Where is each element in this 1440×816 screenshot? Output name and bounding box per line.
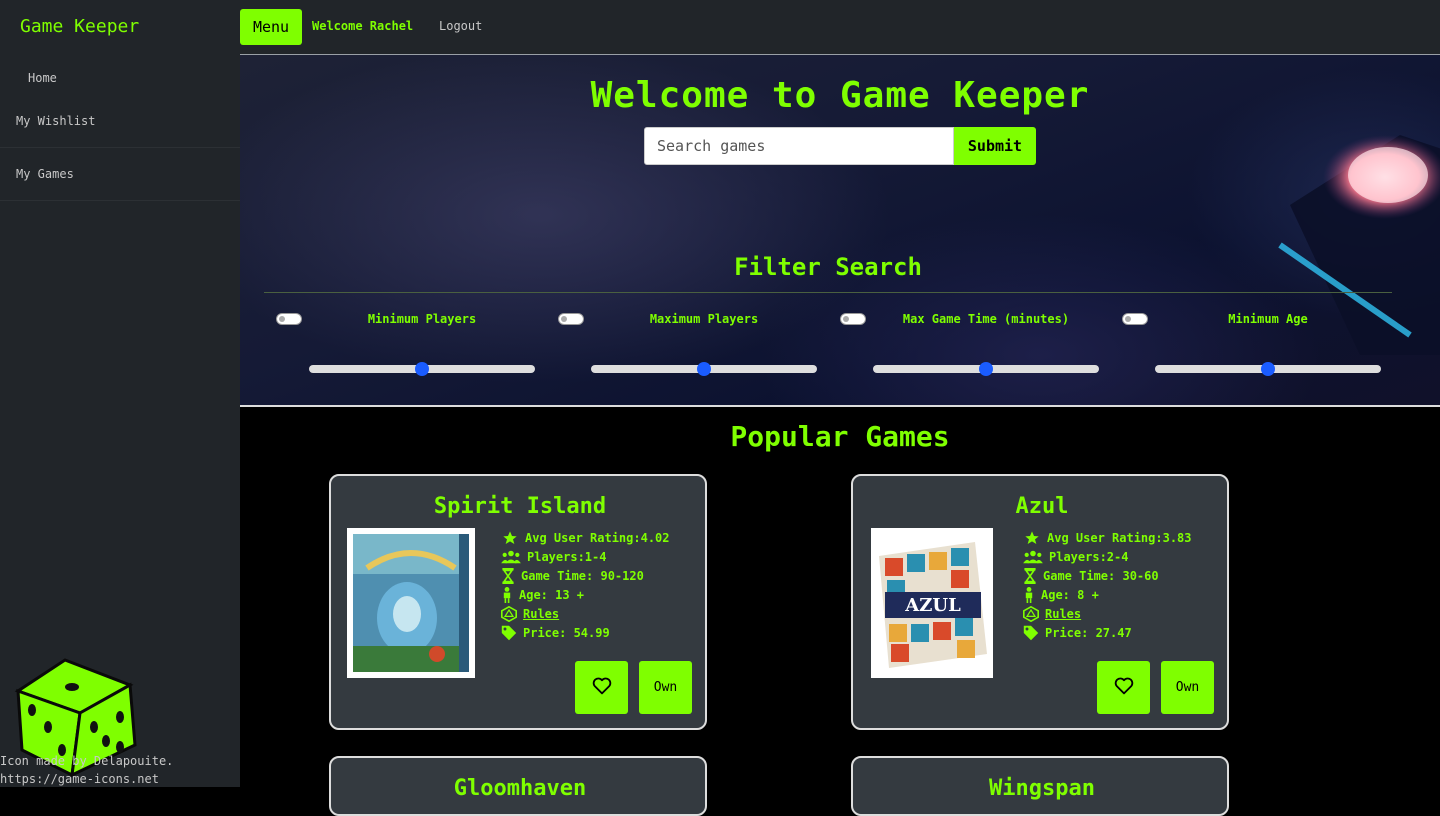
game-card: Wingspan bbox=[851, 756, 1229, 816]
rating-value: Avg User Rating:4.02 bbox=[525, 530, 670, 545]
icon-credit: Icon made by Delapouite. https://game-ic… bbox=[0, 752, 173, 788]
time-row: Game Time: 30-60 bbox=[1023, 566, 1192, 585]
rating-row: Avg User Rating:4.02 bbox=[501, 528, 670, 547]
filter-max-game-time: Max Game Time (minutes) bbox=[828, 307, 1110, 387]
rules-row: Rules bbox=[501, 604, 670, 623]
filter-min-players: Minimum Players bbox=[264, 307, 546, 387]
filter-slider[interactable] bbox=[309, 362, 535, 376]
sidebar-item-my-games[interactable]: My Games bbox=[0, 148, 240, 201]
dice-d20-icon bbox=[501, 605, 517, 622]
players-row: Players:2-4 bbox=[1023, 547, 1192, 566]
hero-banner: Welcome to Game Keeper Submit Filter Sea… bbox=[240, 55, 1440, 407]
filter-title: Filter Search bbox=[734, 253, 922, 281]
logout-link[interactable]: Logout bbox=[439, 19, 482, 33]
filter-toggle[interactable] bbox=[1122, 313, 1148, 325]
price-row: Price: 27.47 bbox=[1023, 623, 1192, 642]
game-title[interactable]: Gloomhaven bbox=[331, 776, 705, 801]
price-tag-icon bbox=[501, 625, 517, 640]
star-icon bbox=[503, 530, 517, 544]
game-stats: Avg User Rating:3.83 Players:2-4 Game Ti… bbox=[1023, 528, 1192, 642]
sidebar-item-home[interactable]: Home bbox=[28, 71, 57, 85]
hourglass-icon bbox=[502, 567, 514, 584]
rating-value: Avg User Rating:3.83 bbox=[1047, 530, 1192, 545]
time-value: Game Time: 90-120 bbox=[521, 568, 644, 583]
wishlist-button[interactable] bbox=[575, 661, 628, 714]
age-row: Age: 8 + bbox=[1023, 585, 1192, 604]
hourglass-icon bbox=[1024, 567, 1036, 584]
credit-link[interactable]: https://game-icons.net bbox=[0, 772, 159, 786]
child-icon bbox=[503, 586, 511, 603]
welcome-user[interactable]: Welcome Rachel bbox=[312, 19, 413, 33]
slider-knob[interactable] bbox=[1261, 362, 1275, 376]
search-input[interactable] bbox=[644, 127, 954, 165]
game-card: Azul AZUL Avg User Rating:3.83 Players:2… bbox=[851, 474, 1229, 730]
top-navbar: Menu Welcome Rachel Logout bbox=[240, 0, 1440, 55]
sidebar-item-label: My Wishlist bbox=[16, 114, 96, 128]
section-title: Popular Games bbox=[730, 420, 950, 453]
slider-knob[interactable] bbox=[979, 362, 993, 376]
price-tag-icon bbox=[1023, 625, 1039, 640]
age-value: Age: 8 + bbox=[1041, 587, 1099, 602]
players-value: Players:1-4 bbox=[527, 549, 607, 564]
filter-slider[interactable] bbox=[873, 362, 1099, 376]
slider-knob[interactable] bbox=[697, 362, 711, 376]
heart-icon bbox=[1114, 677, 1133, 695]
sidebar-item-wishlist[interactable]: My Wishlist bbox=[0, 95, 240, 148]
sidebar-item-label: My Games bbox=[16, 167, 74, 181]
age-row: Age: 13 + bbox=[501, 585, 670, 604]
submit-button[interactable]: Submit bbox=[954, 127, 1036, 165]
filter-slider[interactable] bbox=[1155, 362, 1381, 376]
price-row: Price: 54.99 bbox=[501, 623, 670, 642]
credit-line: Icon made by Delapouite. bbox=[0, 754, 174, 768]
dice-d20-icon bbox=[1023, 605, 1039, 622]
filter-toggle[interactable] bbox=[840, 313, 866, 325]
wishlist-button[interactable] bbox=[1097, 661, 1150, 714]
game-stats: Avg User Rating:4.02 Players:1-4 Game Ti… bbox=[501, 528, 670, 642]
time-row: Game Time: 90-120 bbox=[501, 566, 670, 585]
users-icon bbox=[501, 550, 521, 563]
game-title[interactable]: Azul bbox=[853, 494, 1231, 519]
players-row: Players:1-4 bbox=[501, 547, 670, 566]
own-button[interactable]: Own bbox=[639, 661, 692, 714]
rating-row: Avg User Rating:3.83 bbox=[1023, 528, 1192, 547]
users-icon bbox=[1023, 550, 1043, 563]
filter-max-players: Maximum Players bbox=[546, 307, 828, 387]
filter-label: Minimum Age bbox=[1228, 312, 1308, 326]
game-card: Gloomhaven bbox=[329, 756, 707, 816]
price-value: Price: 27.47 bbox=[1045, 625, 1132, 640]
filter-toggle[interactable] bbox=[558, 313, 584, 325]
rules-link[interactable]: Rules bbox=[523, 607, 559, 621]
star-icon bbox=[1025, 530, 1039, 544]
sidebar: Game Keeper Home My Wishlist My Games Ic… bbox=[0, 0, 240, 787]
game-card: Spirit Island Avg User Rating:4.02 Playe… bbox=[329, 474, 707, 730]
age-value: Age: 13 + bbox=[519, 587, 585, 602]
time-value: Game Time: 30-60 bbox=[1043, 568, 1159, 583]
page-title: Welcome to Game Keeper bbox=[590, 75, 1090, 116]
filter-label: Maximum Players bbox=[649, 312, 759, 326]
filter-min-age: Minimum Age bbox=[1110, 307, 1392, 387]
filter-label: Max Game Time (minutes) bbox=[902, 312, 1070, 326]
game-title[interactable]: Wingspan bbox=[853, 776, 1227, 801]
brand-title[interactable]: Game Keeper bbox=[20, 16, 139, 37]
rules-row: Rules bbox=[1023, 604, 1192, 623]
menu-button[interactable]: Menu bbox=[240, 9, 302, 45]
heart-icon bbox=[592, 677, 611, 695]
game-title[interactable]: Spirit Island bbox=[331, 494, 709, 519]
svg-text:AZUL: AZUL bbox=[904, 595, 961, 616]
filter-slider[interactable] bbox=[591, 362, 817, 376]
game-box-image[interactable]: AZUL bbox=[871, 528, 993, 678]
filter-label: Minimum Players bbox=[367, 312, 477, 326]
players-value: Players:2-4 bbox=[1049, 549, 1129, 564]
child-icon bbox=[1025, 586, 1033, 603]
divider bbox=[264, 292, 1392, 293]
own-button[interactable]: Own bbox=[1161, 661, 1214, 714]
game-box-image[interactable] bbox=[347, 528, 475, 678]
price-value: Price: 54.99 bbox=[523, 625, 610, 640]
slider-knob[interactable] bbox=[415, 362, 429, 376]
rules-link[interactable]: Rules bbox=[1045, 607, 1081, 621]
filter-toggle[interactable] bbox=[276, 313, 302, 325]
